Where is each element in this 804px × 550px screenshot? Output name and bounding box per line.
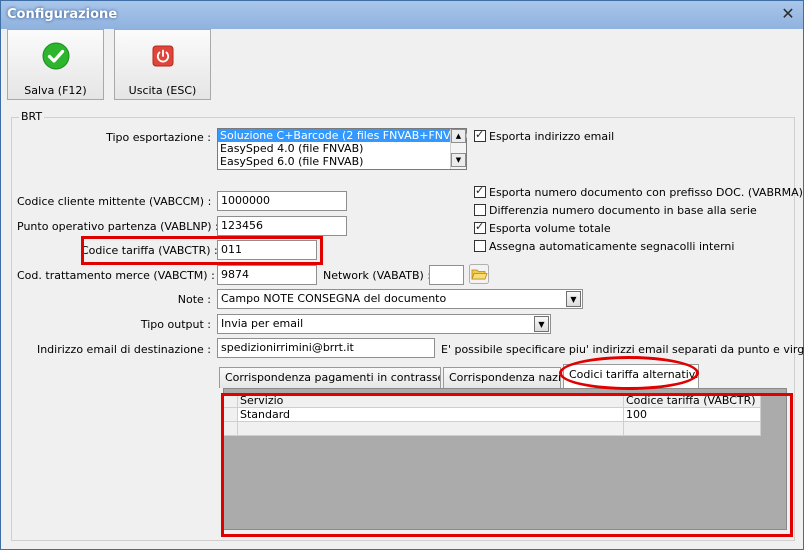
checkbox-box[interactable]: [474, 128, 486, 142]
configuration-window: Configurazione ✕ Salva (F12) Uscita (ESC…: [0, 0, 804, 550]
tab-label: Corrispondenza pagamenti in contrassegno: [225, 371, 441, 384]
brt-group-title: BRT: [19, 110, 45, 123]
tipo-esportazione-option[interactable]: EasySped 4.0 (file FNVAB): [218, 142, 466, 155]
note-select[interactable]: Campo NOTE CONSEGNA del documento ▼: [217, 289, 583, 309]
scroll-up-icon[interactable]: ▲: [451, 129, 466, 143]
tab-label: Corrispondenza nazioni: [449, 371, 561, 384]
differenzia-label: Differenzia numero documento in base all…: [489, 204, 757, 217]
assegna-label: Assegna automaticamente segnacolli inter…: [489, 240, 735, 253]
cod-trattamento-label: Cod. trattamento merce (VABCTM) :: [17, 269, 215, 282]
tipo-esportazione-option[interactable]: Soluzione C+Barcode (2 files FNVAB+FNVAT…: [218, 129, 468, 142]
esporta-numero-label: Esporta numero documento con prefisso DO…: [489, 186, 803, 199]
checkbox-box[interactable]: [474, 240, 486, 252]
esporta-numero-checkbox[interactable]: Esporta numero documento con prefisso DO…: [474, 184, 803, 199]
save-button[interactable]: Salva (F12): [7, 29, 104, 100]
chevron-down-icon[interactable]: ▼: [534, 316, 549, 332]
annotation-highlight-codice-tariffa: [81, 236, 323, 265]
chevron-down-icon[interactable]: ▼: [566, 291, 581, 307]
save-button-label: Salva (F12): [24, 84, 87, 97]
annotation-circle-tab: [559, 356, 699, 390]
scroll-track[interactable]: [451, 143, 466, 153]
note-label: Note :: [177, 293, 211, 306]
title-bar[interactable]: Configurazione ✕: [1, 1, 803, 29]
tipo-output-select-value: Invia per email: [221, 317, 304, 330]
window-title: Configurazione: [7, 7, 118, 22]
tab-corrispondenza-nazioni[interactable]: Corrispondenza nazioni: [443, 367, 561, 388]
punto-operativo-field[interactable]: 123456: [217, 216, 347, 236]
codice-cliente-label: Codice cliente mittente (VABCCM) :: [17, 195, 212, 208]
tipo-esportazione-listbox[interactable]: Soluzione C+Barcode (2 files FNVAB+FNVAT…: [217, 128, 468, 170]
annotation-highlight-grid: [221, 393, 793, 537]
checkmark-icon: [42, 42, 70, 70]
differenzia-checkbox[interactable]: Differenzia numero documento in base all…: [474, 204, 757, 217]
listbox-scrollbar[interactable]: ▲ ▼: [450, 129, 466, 169]
close-icon[interactable]: ✕: [779, 5, 797, 23]
esporta-email-label: Esporta indirizzo email: [489, 130, 615, 143]
scroll-down-icon[interactable]: ▼: [451, 153, 466, 167]
email-hint: E' possibile specificare piu' indirizzi …: [441, 343, 804, 356]
network-label: Network (VABATB) :: [323, 269, 432, 282]
esporta-email-checkbox[interactable]: Esporta indirizzo email: [474, 128, 615, 143]
punto-operativo-label: Punto operativo partenza (VABLNP) :: [17, 220, 219, 233]
email-field[interactable]: spedizionirrimini@brrt.it: [217, 338, 435, 358]
note-select-value: Campo NOTE CONSEGNA del documento: [221, 292, 447, 305]
network-field[interactable]: [429, 265, 464, 285]
assegna-checkbox[interactable]: Assegna automaticamente segnacolli inter…: [474, 240, 734, 253]
tab-corrispondenza-pagamenti[interactable]: Corrispondenza pagamenti in contrassegno: [219, 367, 441, 388]
tipo-output-select[interactable]: Invia per email ▼: [217, 314, 551, 334]
tipo-esportazione-label: Tipo esportazione :: [106, 131, 211, 144]
power-icon: [152, 45, 174, 67]
codice-cliente-field[interactable]: 1000000: [217, 191, 347, 211]
tipo-output-label: Tipo output :: [140, 318, 211, 331]
checkbox-box[interactable]: [474, 204, 486, 216]
folder-icon[interactable]: [469, 264, 489, 284]
esporta-volume-label: Esporta volume totale: [489, 222, 611, 235]
checkbox-box[interactable]: [474, 220, 486, 234]
esporta-volume-checkbox[interactable]: Esporta volume totale: [474, 220, 611, 235]
tipo-esportazione-option[interactable]: EasySped 6.0 (file FNVAB): [218, 155, 466, 168]
checkbox-box[interactable]: [474, 184, 486, 198]
email-label: Indirizzo email di destinazione :: [36, 343, 211, 356]
window-client-area: Salva (F12) Uscita (ESC) BRT Tipo esport…: [7, 29, 804, 544]
exit-button[interactable]: Uscita (ESC): [114, 29, 211, 100]
cod-trattamento-field[interactable]: 9874: [217, 265, 317, 285]
exit-button-label: Uscita (ESC): [128, 84, 197, 97]
